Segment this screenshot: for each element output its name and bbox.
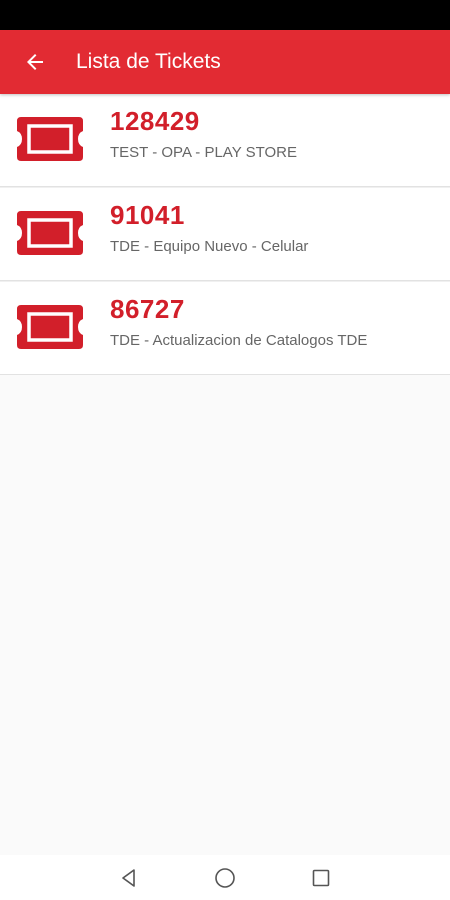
ticket-icon — [17, 305, 83, 349]
ticket-number: 91041 — [110, 200, 185, 230]
nav-back-button[interactable] — [116, 865, 142, 891]
nav-recents-button[interactable] — [308, 865, 334, 891]
ticket-description: TDE - Equipo Nuevo - Celular — [110, 238, 309, 255]
ticket-row[interactable]: 128429 TEST - OPA - PLAY STORE — [0, 94, 450, 187]
arrow-left-icon — [27, 54, 43, 70]
square-recents-icon — [312, 869, 330, 887]
ticket-number: 128429 — [110, 106, 200, 136]
ticket-number: 86727 — [110, 294, 185, 324]
ticket-description: TEST - OPA - PLAY STORE — [110, 144, 298, 161]
back-button[interactable] — [18, 46, 52, 78]
triangle-back-icon — [122, 869, 135, 887]
ticket-row[interactable]: 86727 TDE - Actualizacion de Catalogos T… — [0, 281, 450, 375]
circle-home-icon — [215, 868, 235, 888]
page-title: Lista de Tickets — [76, 50, 221, 73]
ticket-description: TDE - Actualizacion de Catalogos TDE — [110, 332, 368, 349]
system-nav-bar — [0, 855, 450, 900]
app-bar: Lista de Tickets — [0, 30, 450, 94]
ticket-icon — [17, 117, 83, 161]
ticket-icon — [17, 211, 83, 255]
ticket-list: 128429 TEST - OPA - PLAY STORE 91041 TDE… — [0, 94, 450, 375]
ticket-row[interactable]: 91041 TDE - Equipo Nuevo - Celular — [0, 187, 450, 281]
nav-home-button[interactable] — [212, 865, 238, 891]
status-bar — [0, 0, 450, 30]
